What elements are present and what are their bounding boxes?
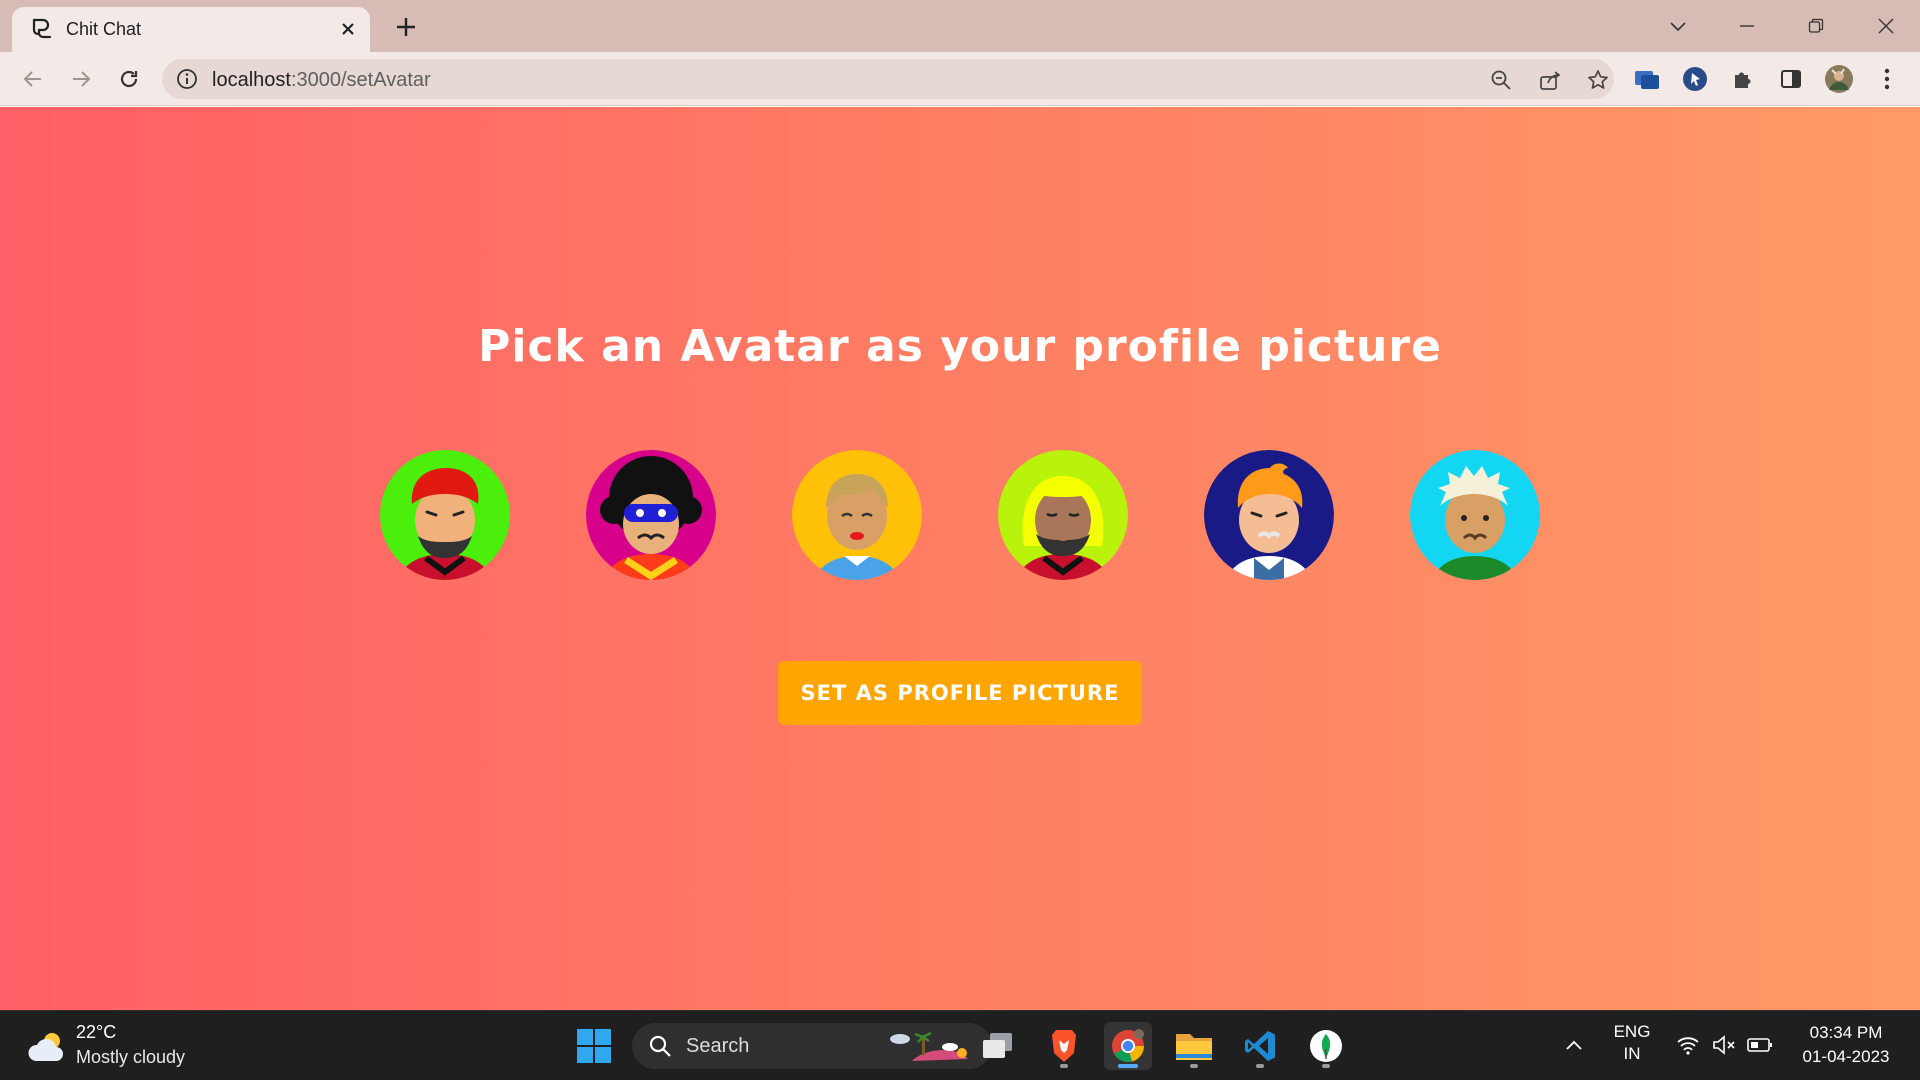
close-window-icon[interactable] [1866,8,1906,44]
new-tab-icon[interactable] [390,11,422,43]
running-indicator [1060,1064,1068,1068]
extension-cursor-icon[interactable] [1680,64,1710,94]
vscode-icon[interactable] [1236,1022,1284,1070]
weather-description[interactable]: Mostly cloudy [76,1047,185,1068]
avatar-2-image [586,450,716,580]
tab-title: Chit Chat [66,19,142,39]
chat-logo-icon [32,18,52,39]
profile-avatar-icon[interactable] [1824,64,1854,94]
weather-temperature[interactable]: 22°C [76,1022,116,1043]
side-panel-icon[interactable] [1776,64,1806,94]
browser-tab-bar: Chit Chat [0,0,1920,52]
chrome-menu-icon[interactable] [1872,64,1902,94]
show-hidden-icons-chevron-icon[interactable] [1560,1033,1588,1057]
bookmark-star-icon[interactable] [1585,67,1611,93]
avatar-1-image [380,450,510,580]
forward-arrow-icon[interactable] [64,62,98,96]
wifi-icon[interactable] [1674,1033,1702,1057]
windows-start-icon[interactable] [570,1022,618,1070]
avatar-option-3[interactable] [792,450,922,580]
avatar-6-image [1410,450,1540,580]
taskbar-search-box[interactable]: Search [632,1023,992,1069]
avatar-option-6[interactable] [1410,450,1540,580]
avatar-option-5[interactable] [1204,450,1334,580]
clock[interactable]: 03:34 PM 01-04-2023 [1786,1021,1906,1069]
brave-browser-icon[interactable] [1040,1022,1088,1070]
region-code: IN [1623,1044,1641,1063]
avatar-3-image [792,450,922,580]
tab-search-chevron-icon[interactable] [1658,8,1698,44]
restore-icon[interactable] [1796,8,1836,44]
clock-time: 03:34 PM [1809,1023,1883,1042]
avatar-5-image [1204,450,1334,580]
running-indicator [1256,1064,1264,1068]
site-info-icon[interactable] [176,68,198,90]
minimize-icon[interactable] [1727,8,1767,44]
reload-icon[interactable] [112,62,146,96]
avatar-option-2[interactable] [586,450,716,580]
zoom-out-icon[interactable] [1488,67,1514,93]
extension-screen-icon[interactable] [1632,64,1662,94]
browser-tab[interactable]: Chit Chat [12,7,370,52]
address-bar[interactable]: localhost:3000/setAvatar [162,59,1614,99]
file-explorer-icon[interactable] [1170,1022,1218,1070]
set-avatar-page: Pick an Avatar as your profile picture S… [0,107,1920,1010]
windows-taskbar: 22°C Mostly cloudy Search ENG IN 03:34 P… [0,1010,1920,1080]
url-text: localhost:3000/setAvatar [212,69,431,92]
task-view-icon[interactable] [974,1022,1022,1070]
battery-icon[interactable] [1746,1033,1774,1057]
browser-toolbar: localhost:3000/setAvatar [0,52,1920,106]
avatar-4-image [998,450,1128,580]
search-highlight-art-icon [890,1031,968,1061]
close-tab-icon[interactable] [334,15,362,43]
clock-date: 01-04-2023 [1802,1047,1890,1066]
active-indicator [1118,1064,1138,1068]
chrome-browser-icon[interactable] [1104,1022,1152,1070]
mongodb-compass-icon[interactable] [1302,1022,1350,1070]
search-icon [649,1035,671,1057]
page-title: Pick an Avatar as your profile picture [478,321,1442,372]
back-arrow-icon[interactable] [16,62,50,96]
language-code: ENG [1613,1022,1651,1041]
input-language-indicator[interactable]: ENG IN [1604,1021,1660,1065]
extensions-puzzle-icon[interactable] [1728,64,1758,94]
cloudy-weather-icon[interactable] [26,1029,68,1065]
running-indicator [1322,1064,1330,1068]
set-profile-picture-button[interactable]: SET AS PROFILE PICTURE [778,661,1142,725]
avatar-option-1[interactable] [380,450,510,580]
url-host: localhost [212,69,291,91]
search-label: Search [686,1035,750,1057]
share-icon[interactable] [1537,67,1563,93]
avatar-option-4[interactable] [998,450,1128,580]
volume-muted-icon[interactable] [1710,1033,1738,1057]
running-indicator [1190,1064,1198,1068]
url-path: :3000/setAvatar [290,69,431,91]
